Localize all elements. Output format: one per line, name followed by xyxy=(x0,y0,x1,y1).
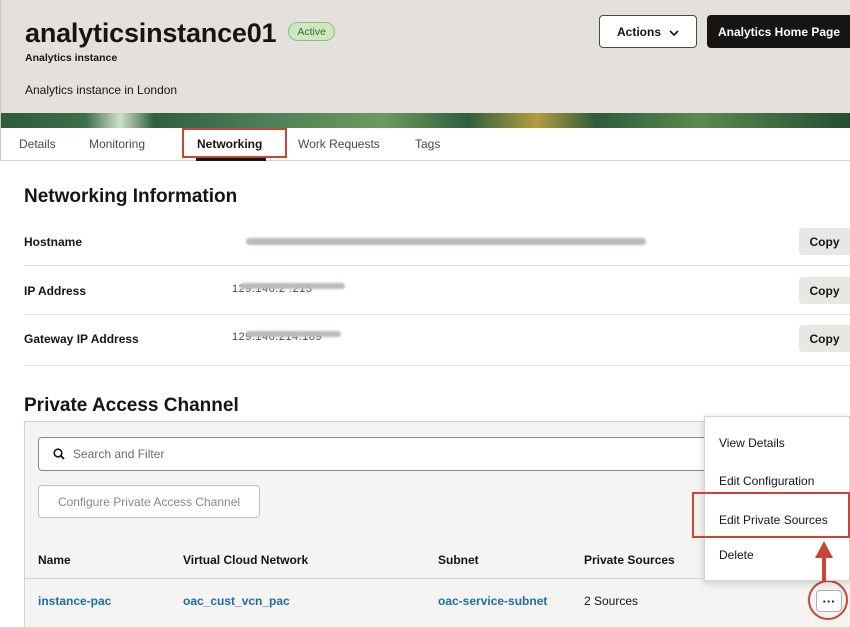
private-sources-count: 2 Sources xyxy=(584,594,639,608)
gateway-ip-redaction xyxy=(246,331,341,337)
tab-details[interactable]: Details xyxy=(19,137,56,151)
tab-bar: Details Monitoring Networking Work Reque… xyxy=(0,128,850,161)
pac-name-link[interactable]: instance-pac xyxy=(38,594,111,608)
page-title: analyticsinstance01 xyxy=(25,18,277,48)
hostname-label: Hostname xyxy=(24,235,83,249)
tab-monitoring[interactable]: Monitoring xyxy=(89,137,145,151)
search-icon xyxy=(53,448,65,460)
header-banner xyxy=(1,113,850,128)
menu-item-delete[interactable]: Delete xyxy=(719,548,754,562)
pac-section-title: Private Access Channel xyxy=(24,395,239,416)
menu-item-view-details[interactable]: View Details xyxy=(719,436,785,450)
page-subtitle: Analytics instance xyxy=(25,52,118,64)
title-row: analyticsinstance01 Active xyxy=(25,18,335,49)
column-header-name[interactable]: Name xyxy=(38,553,71,567)
search-placeholder: Search and Filter xyxy=(73,447,165,461)
networking-tab-highlight xyxy=(182,128,287,158)
page-header: analyticsinstance01 Active Analytics ins… xyxy=(0,0,850,128)
page-description: Analytics instance in London xyxy=(25,83,178,97)
tab-work-requests[interactable]: Work Requests xyxy=(298,137,380,151)
vcn-link[interactable]: oac_cust_vcn_pac xyxy=(183,594,290,608)
actions-button[interactable]: Actions xyxy=(599,15,697,48)
ip-address-label: IP Address xyxy=(24,284,87,298)
gateway-ip-label: Gateway IP Address xyxy=(24,332,139,346)
more-button-highlight xyxy=(808,580,848,620)
ip-address-redaction xyxy=(240,283,345,289)
analytics-home-page-button[interactable]: Analytics Home Page xyxy=(707,15,850,48)
arrow-shaft xyxy=(822,556,826,582)
row-divider xyxy=(24,265,850,266)
edit-private-sources-highlight xyxy=(692,492,850,538)
networking-section-title: Networking Information xyxy=(24,186,238,207)
menu-item-edit-configuration[interactable]: Edit Configuration xyxy=(719,474,814,488)
column-header-subnet[interactable]: Subnet xyxy=(438,553,479,567)
tab-tags[interactable]: Tags xyxy=(415,137,440,151)
actions-label: Actions xyxy=(616,24,661,39)
column-header-vcn[interactable]: Virtual Cloud Network xyxy=(183,553,308,567)
copy-ip-address-button[interactable]: Copy xyxy=(799,277,850,304)
chevron-down-icon xyxy=(669,25,679,39)
row-divider xyxy=(24,365,850,366)
copy-gateway-ip-button[interactable]: Copy xyxy=(799,325,850,352)
status-badge: Active xyxy=(288,22,335,41)
configure-pac-button[interactable]: Configure Private Access Channel xyxy=(38,485,260,518)
copy-hostname-button[interactable]: Copy xyxy=(799,228,850,255)
column-header-private-sources[interactable]: Private Sources xyxy=(584,553,675,567)
hostname-redaction xyxy=(246,238,646,245)
subnet-link[interactable]: oac-service-subnet xyxy=(438,594,547,608)
row-divider xyxy=(24,314,850,315)
